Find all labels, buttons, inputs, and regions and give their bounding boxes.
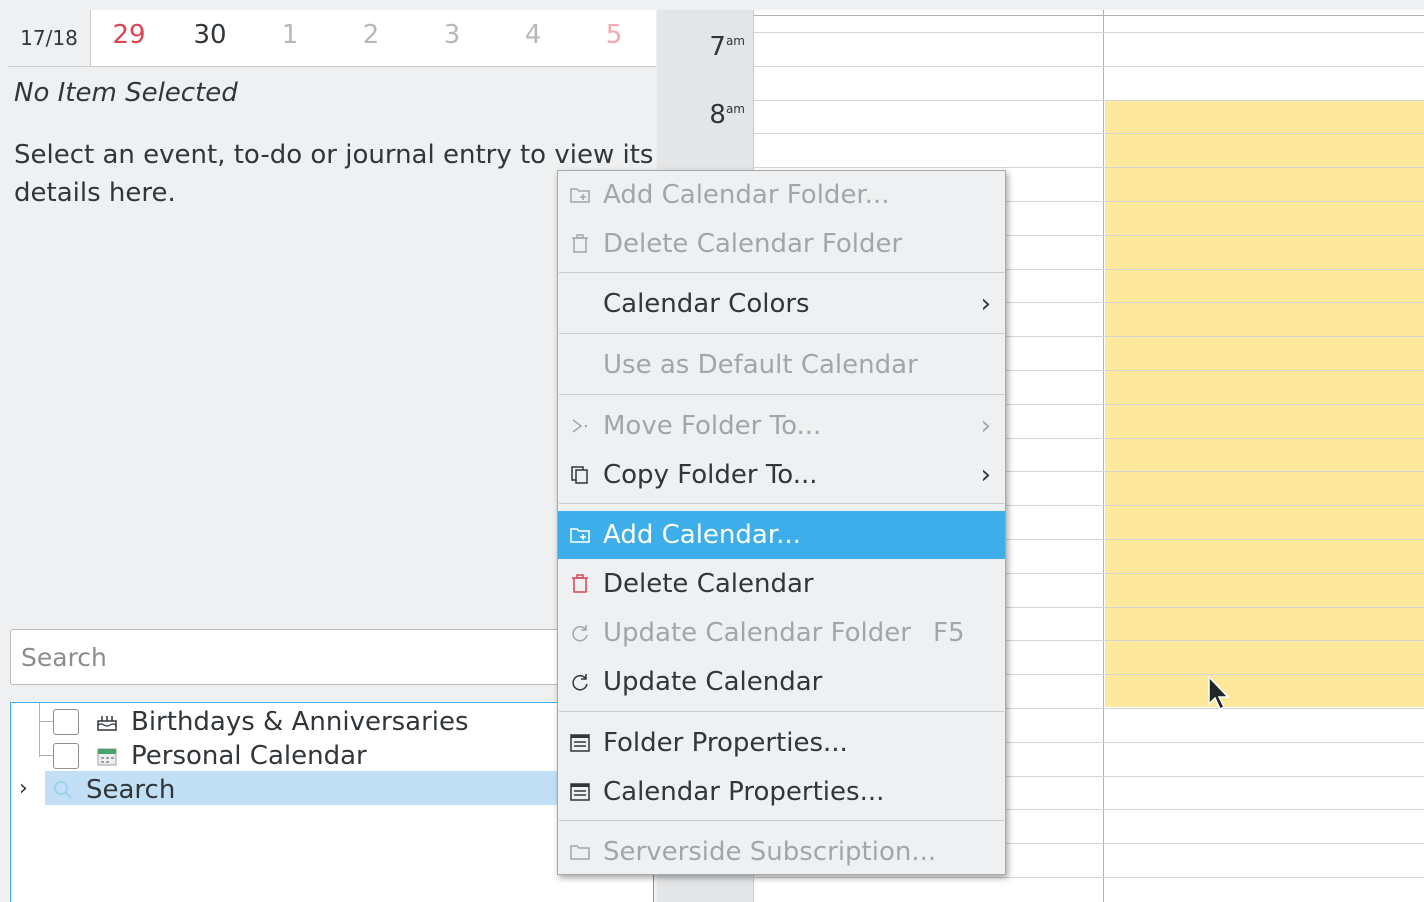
shortcut-label: F5	[933, 618, 965, 648]
grid-slot-line	[754, 32, 1424, 33]
day-30[interactable]: 30	[179, 10, 241, 60]
properties-icon	[569, 781, 591, 803]
menu-item-label: Calendar Properties...	[603, 777, 885, 807]
menu-separator	[559, 503, 1004, 504]
chevron-right-icon: ›	[980, 411, 991, 441]
menu-item-label: Copy Folder To...	[603, 460, 818, 490]
grid-slot-line	[754, 167, 1424, 168]
trash-icon	[569, 573, 591, 595]
date-strip: 17/18 29 30 1 2 3 4 5	[8, 10, 656, 67]
no-item-title: No Item Selected	[14, 78, 238, 108]
refresh-icon	[569, 671, 591, 693]
day-4[interactable]: 4	[502, 10, 564, 60]
day-2[interactable]: 2	[340, 10, 402, 60]
refresh-icon	[569, 622, 591, 644]
menu-item-use-as-default[interactable]: Use as Default Calendar	[558, 341, 1005, 389]
calendar-icon	[95, 743, 119, 767]
menu-item-calendar-properties[interactable]: Calendar Properties...	[558, 768, 1005, 816]
menu-item-folder-properties[interactable]: Folder Properties...	[558, 719, 1005, 767]
menu-separator	[559, 820, 1004, 821]
menu-item-label: Move Folder To...	[603, 411, 822, 441]
tree-item-label: Search	[86, 775, 176, 805]
menu-item-delete-calendar[interactable]: Delete Calendar	[558, 560, 1005, 608]
menu-item-label: Folder Properties...	[603, 728, 848, 758]
menu-separator	[559, 272, 1004, 273]
menu-item-add-calendar-folder[interactable]: Add Calendar Folder...	[558, 171, 1005, 219]
mouse-pointer-icon	[1208, 676, 1230, 711]
cake-icon	[95, 709, 119, 733]
trash-icon	[569, 233, 591, 255]
search-icon	[51, 777, 75, 801]
menu-item-copy-folder-to[interactable]: Copy Folder To... ›	[558, 451, 1005, 499]
day-5[interactable]: 5	[583, 10, 645, 60]
menu-item-delete-calendar-folder[interactable]: Delete Calendar Folder	[558, 220, 1005, 268]
menu-item-calendar-colors[interactable]: Calendar Colors ›	[558, 280, 1005, 328]
add-folder-icon	[569, 184, 591, 206]
add-folder-icon	[569, 524, 591, 546]
menu-item-serverside-subscription[interactable]: Serverside Subscription...	[558, 828, 1005, 876]
menu-item-label: Add Calendar...	[603, 520, 801, 550]
folder-icon	[569, 841, 591, 863]
move-icon	[569, 415, 591, 437]
grid-slot-line	[754, 133, 1424, 134]
grid-header-line	[754, 15, 1424, 16]
menu-item-add-calendar[interactable]: Add Calendar...	[558, 511, 1005, 559]
menu-item-label: Update Calendar Folder	[603, 618, 911, 648]
personal-calendar-checkbox[interactable]	[53, 743, 79, 769]
chevron-right-icon: ›	[980, 289, 991, 319]
menu-item-update-calendar-folder[interactable]: Update Calendar Folder F5	[558, 609, 1005, 657]
menu-item-label: Update Calendar	[603, 667, 823, 697]
menu-item-move-folder-to[interactable]: Move Folder To... ›	[558, 402, 1005, 450]
menu-separator	[559, 333, 1004, 334]
menu-item-label: Serverside Subscription...	[603, 837, 937, 867]
copy-icon	[569, 464, 591, 486]
birthdays-checkbox[interactable]	[53, 709, 79, 735]
menu-item-label: Delete Calendar Folder	[603, 229, 903, 259]
menu-item-label: Add Calendar Folder...	[603, 180, 890, 210]
week-number[interactable]: 17/18	[8, 10, 91, 66]
column-separator	[1103, 10, 1104, 902]
grid-slot-line	[754, 66, 1424, 67]
day-1[interactable]: 1	[259, 10, 321, 60]
expand-arrow-icon[interactable]: ›	[19, 773, 28, 805]
grid-slot-line	[754, 877, 1424, 878]
day-3[interactable]: 3	[421, 10, 483, 60]
context-menu: Add Calendar Folder... Delete Calendar F…	[557, 170, 1006, 875]
menu-separator	[559, 394, 1004, 395]
menu-separator	[559, 711, 1004, 712]
menu-item-update-calendar[interactable]: Update Calendar	[558, 658, 1005, 706]
properties-icon	[569, 732, 591, 754]
time-label-7am: 7am	[709, 32, 745, 62]
time-label-8am: 8am	[709, 100, 745, 130]
menu-item-label: Use as Default Calendar	[603, 350, 918, 380]
tree-item-label: Personal Calendar	[131, 741, 367, 771]
tree-item-label: Birthdays & Anniversaries	[131, 707, 469, 737]
menu-item-label: Calendar Colors	[603, 289, 810, 319]
chevron-right-icon: ›	[980, 460, 991, 490]
grid-slot-line	[754, 100, 1424, 101]
day-29[interactable]: 29	[98, 10, 160, 60]
menu-item-label: Delete Calendar	[603, 569, 814, 599]
